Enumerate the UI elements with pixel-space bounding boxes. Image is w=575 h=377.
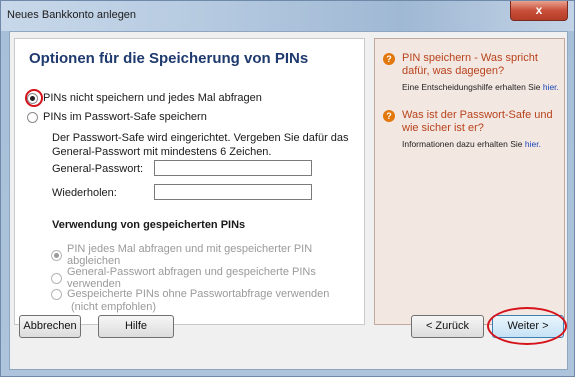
general-password-field[interactable] [154, 160, 312, 176]
cancel-button[interactable]: Abbrechen [19, 315, 81, 338]
close-button[interactable]: x [510, 1, 568, 21]
help-item-safe-desc-text: Informationen dazu erhalten Sie [402, 139, 525, 149]
window-title: Neues Bankkonto anlegen [7, 9, 137, 21]
usage-option-2-label: General-Passwort abfragen und gespeicher… [67, 266, 316, 290]
dialog-window: Neues Bankkonto anlegen x Optionen für d… [0, 0, 575, 377]
radio-password-safe-label: PINs im Passwort-Safe speichern [43, 111, 207, 123]
radio-no-store[interactable]: PINs nicht speichern und jedes Mal abfra… [27, 92, 262, 104]
usage-option-3-label: Gespeicherte PINs ohne Passwortabfrage v… [67, 288, 330, 300]
options-panel: Optionen für die Speicherung von PINs PI… [14, 38, 365, 325]
help-item-safe-title[interactable]: Was ist der Passwort-Safe und wie sicher… [402, 109, 562, 135]
help-item-pin-desc-text: Eine Entscheidungshilfe erhalten Sie [402, 82, 543, 92]
help-item-pin-link[interactable]: hier. [543, 82, 559, 92]
usage-option-2[interactable]: General-Passwort abfragen und gespeicher… [51, 266, 364, 290]
usage-option-1-label: PIN jedes Mal abfragen und mit gespeiche… [67, 243, 313, 267]
help-panel: ? PIN speichern - Was spricht dafür, was… [374, 38, 565, 325]
annotation-circle-next [487, 307, 567, 345]
radio-button[interactable] [51, 272, 62, 284]
title-bar[interactable]: Neues Bankkonto anlegen x [1, 1, 574, 31]
back-button[interactable]: < Zurück [411, 315, 484, 338]
page-title: Optionen für die Speicherung von PINs [29, 50, 309, 67]
usage-option-1[interactable]: PIN jedes Mal abfragen und mit gespeiche… [51, 243, 364, 267]
help-item-safe-link[interactable]: hier. [525, 139, 541, 149]
radio-password-safe[interactable]: PINs im Passwort-Safe speichern [27, 111, 207, 123]
help-item-pin-desc: Eine Entscheidungshilfe erhalten Sie hie… [402, 82, 562, 93]
usage-option-3-note: (nicht empfohlen) [71, 301, 156, 313]
question-icon: ? [383, 53, 395, 65]
client-area: Optionen für die Speicherung von PINs PI… [9, 31, 568, 370]
general-password-label: General-Passwort: [52, 163, 144, 175]
help-item-safe-desc: Informationen dazu erhalten Sie hier. [402, 139, 562, 150]
repeat-password-field[interactable] [154, 184, 312, 200]
password-safe-info: Der Passwort-Safe wird eingerichtet. Ver… [52, 132, 349, 158]
radio-button[interactable] [51, 249, 62, 261]
usage-heading: Verwendung von gespeicherten PINs [52, 219, 246, 231]
help-item-pin-title[interactable]: PIN speichern - Was spricht dafür, was d… [402, 52, 562, 78]
radio-button[interactable] [27, 92, 38, 104]
radio-button[interactable] [27, 111, 38, 123]
question-icon: ? [383, 110, 395, 122]
repeat-password-label: Wiederholen: [52, 187, 117, 199]
help-button[interactable]: Hilfe [98, 315, 174, 338]
usage-option-3[interactable]: Gespeicherte PINs ohne Passwortabfrage v… [51, 288, 329, 300]
radio-no-store-label: PINs nicht speichern und jedes Mal abfra… [43, 92, 262, 104]
radio-button[interactable] [51, 288, 62, 300]
